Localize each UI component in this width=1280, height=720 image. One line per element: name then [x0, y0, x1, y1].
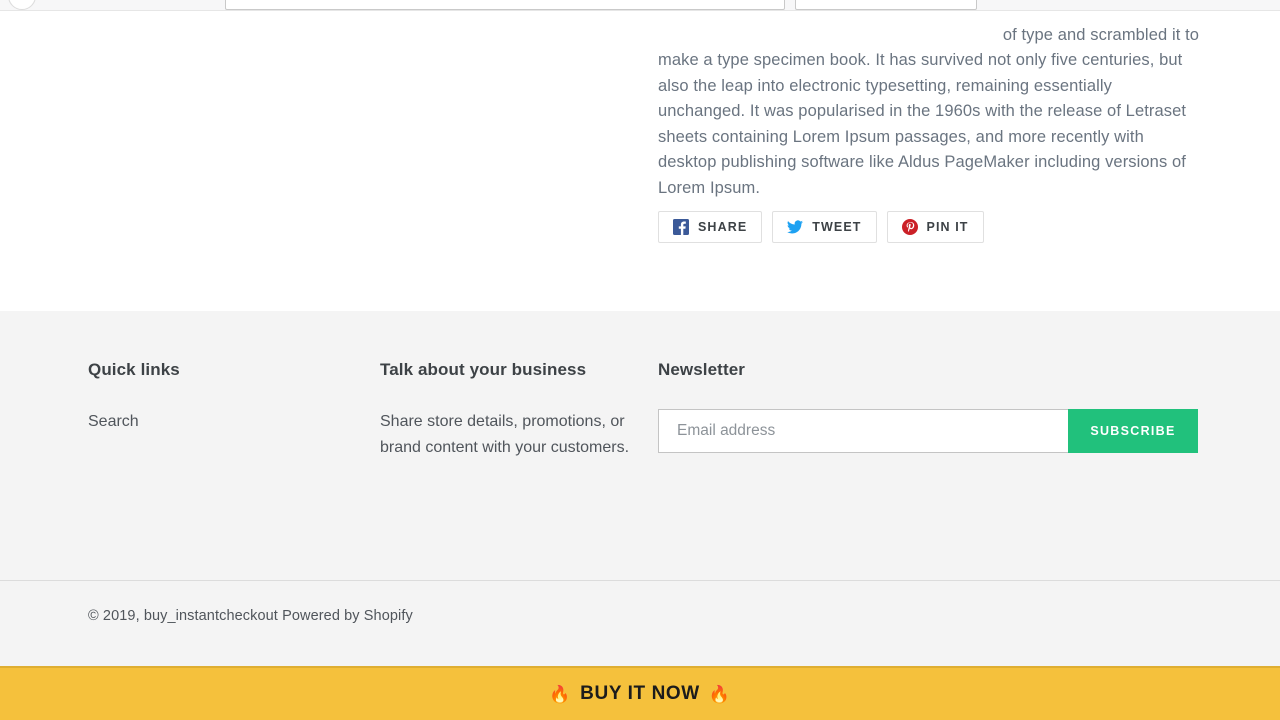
footer-link-search[interactable]: Search — [88, 409, 139, 435]
social-share-row: SHARE TWEET PIN IT — [658, 211, 984, 243]
page-root: Lorem Ipsum has been the industry's stan… — [0, 0, 1280, 720]
article-paragraph: Lorem Ipsum has been the industry's stan… — [658, 11, 1203, 201]
newsletter-form: SUBSCRIBE — [658, 409, 1198, 453]
share-pinterest-label: PIN IT — [926, 220, 969, 234]
share-twitter-label: TWEET — [812, 220, 862, 234]
copyright-shop-link[interactable]: buy_instantcheckout — [144, 608, 278, 624]
fire-icon-left: 🔥 — [549, 684, 572, 704]
powered-by-shopify-link[interactable]: Powered by Shopify — [278, 608, 413, 624]
pinterest-icon — [901, 219, 918, 235]
footer-quick-links-column: Quick links Search — [88, 360, 338, 435]
copyright-year: © 2019, — [88, 608, 144, 624]
newsletter-subscribe-button[interactable]: SUBSCRIBE — [1068, 409, 1198, 453]
footer-about-heading: Talk about your business — [380, 360, 587, 379]
buy-it-now-label: BUY IT NOW — [580, 683, 700, 704]
share-facebook-label: SHARE — [698, 220, 748, 234]
top-partial-bar — [0, 0, 1280, 11]
site-footer: Quick links Search Talk about your busin… — [0, 311, 1280, 581]
secondary-text-input[interactable] — [795, 0, 977, 10]
share-twitter-button[interactable]: TWEET — [772, 211, 877, 243]
share-facebook-button[interactable]: SHARE — [658, 211, 763, 243]
avatar-circle-icon[interactable] — [8, 0, 36, 10]
article-column: Lorem Ipsum has been the industry's stan… — [658, 11, 1203, 201]
newsletter-email-input[interactable] — [658, 409, 1068, 453]
footer-newsletter-heading: Newsletter — [658, 360, 745, 379]
twitter-icon — [787, 219, 804, 235]
footer-quick-links-heading: Quick links — [88, 360, 180, 379]
article-section: Lorem Ipsum has been the industry's stan… — [0, 11, 1280, 311]
copyright-text: © 2019, buy_instantcheckout Powered by S… — [88, 608, 413, 624]
footer-about-column: Talk about your business Share store det… — [380, 360, 630, 460]
copyright-bar: © 2019, buy_instantcheckout Powered by S… — [0, 581, 1280, 666]
article-paragraph-text: of type and scrambled it to make a type … — [658, 25, 1200, 197]
footer-newsletter-column: Newsletter SUBSCRIBE — [658, 360, 1203, 453]
buy-it-now-bar[interactable]: 🔥 BUY IT NOW 🔥 — [0, 666, 1280, 720]
share-pinterest-button[interactable]: PIN IT — [886, 211, 984, 243]
fire-icon-right: 🔥 — [708, 684, 731, 704]
facebook-icon — [673, 219, 689, 235]
buy-it-now-label-group: 🔥 BUY IT NOW 🔥 — [549, 683, 730, 705]
primary-text-input[interactable] — [225, 0, 785, 10]
footer-about-text: Share store details, promotions, or bran… — [380, 413, 630, 456]
